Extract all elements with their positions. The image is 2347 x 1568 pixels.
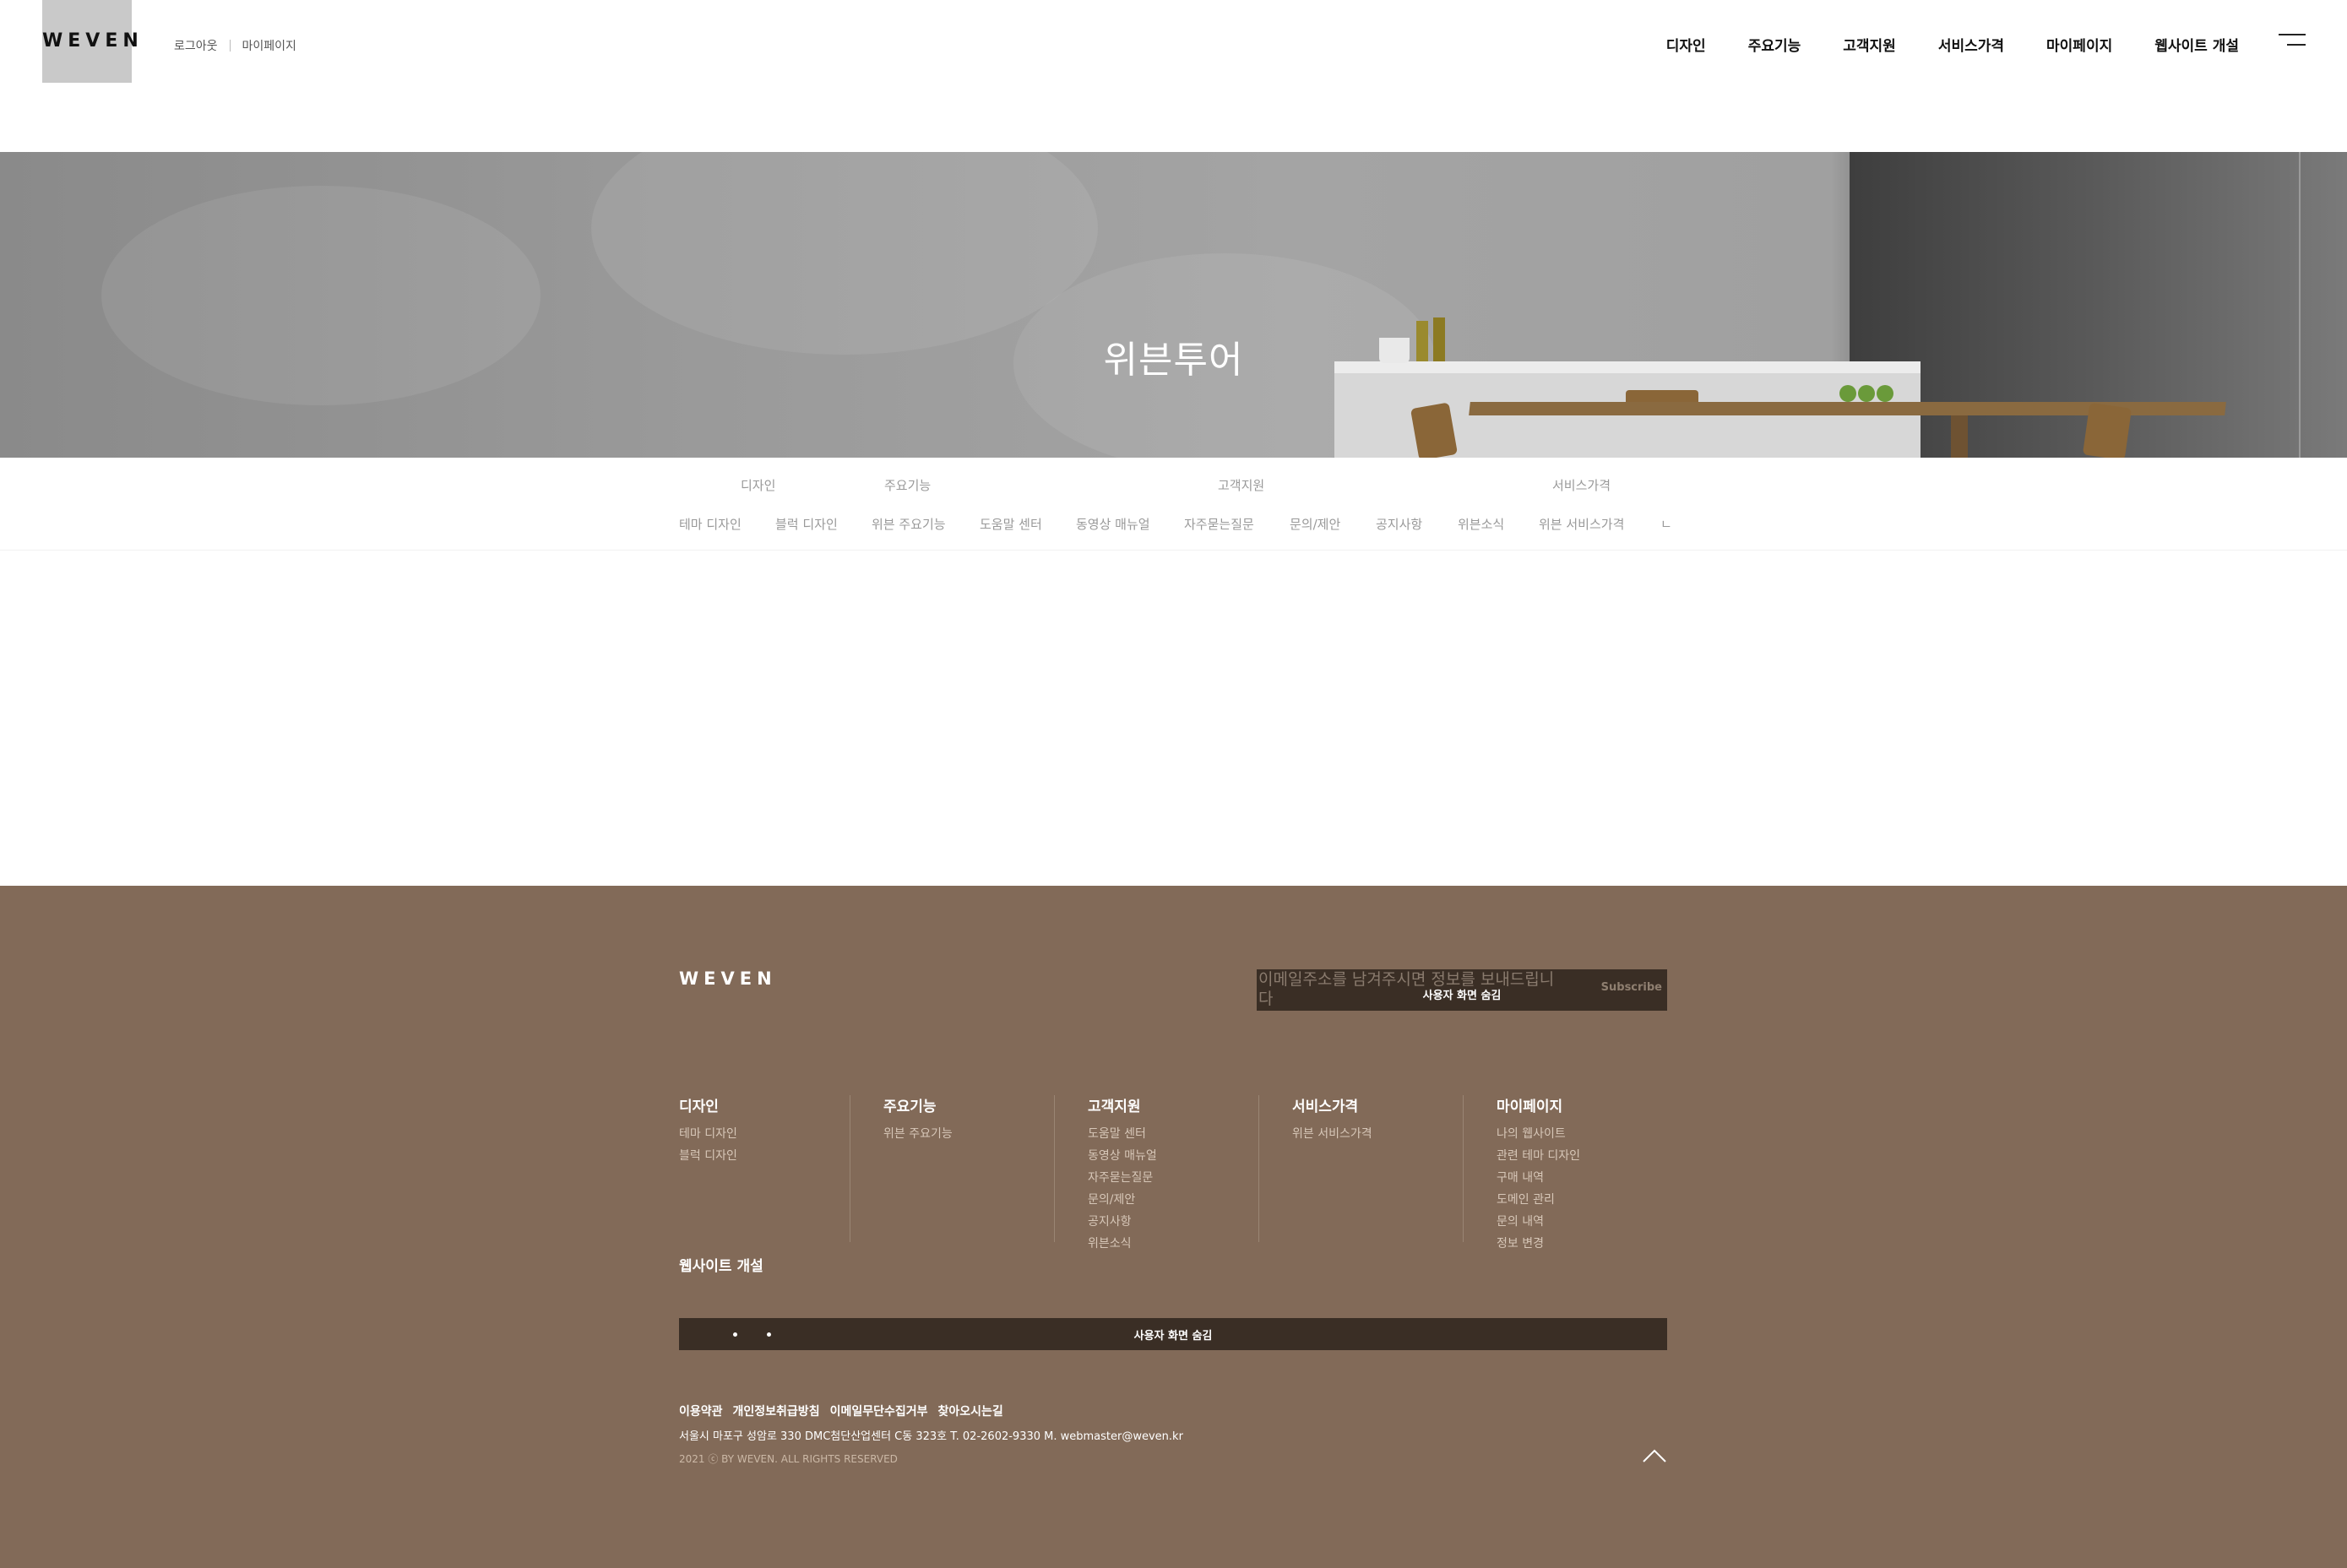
company-address: 서울시 마포구 성암로 330 DMC첨단산업센터 C동 323호 T. 02-… xyxy=(679,1430,1183,1443)
footer-bar-text: 사용자 화면 숨김 xyxy=(1133,1330,1213,1343)
logo[interactable]: WEVEN xyxy=(42,0,144,83)
subnav-item-block-design[interactable]: 블럭 디자인 xyxy=(775,515,838,533)
footer-link[interactable]: 도메인 관리 xyxy=(1497,1189,1580,1211)
footer-column-pricing: 서비스가격 위븐 서비스가격 xyxy=(1292,1094,1372,1145)
site-header: WEVEN 로그아웃 마이페이지 디자인 주요기능 고객지원 서비스가격 마이페… xyxy=(0,0,2347,152)
menu-icon[interactable] xyxy=(2275,34,2306,51)
hero-wall-line xyxy=(2299,152,2301,458)
footer-link[interactable]: 문의 내역 xyxy=(1497,1211,1580,1233)
subnav-item-help-center[interactable]: 도움말 센터 xyxy=(980,515,1042,533)
footer-column-title[interactable]: 서비스가격 xyxy=(1292,1094,1372,1115)
page-title: 위븐투어 xyxy=(1103,339,1244,382)
subscribe-button[interactable]: Subscribe xyxy=(1601,981,1662,994)
subscribe-form: 이메일주소를 남겨주시면 정보를 보내드립니다 사용자 화면 숨김 Subscr… xyxy=(1257,969,1667,1011)
subnav-item-notice[interactable]: 공지사항 xyxy=(1376,515,1422,533)
scroll-to-top-icon[interactable] xyxy=(1642,1446,1667,1463)
footer-link[interactable]: 공지사항 xyxy=(1088,1211,1157,1233)
utility-links: 로그아웃 마이페이지 xyxy=(174,37,296,54)
mypage-link[interactable]: 마이페이지 xyxy=(242,37,296,54)
hero-plant xyxy=(1877,385,1893,402)
subnav-item-inquiry[interactable]: 문의/제안 xyxy=(1290,515,1340,533)
subnav-item-news[interactable]: 위븐소식 xyxy=(1458,515,1504,533)
nav-mypage[interactable]: 마이페이지 xyxy=(2046,34,2112,55)
footer-link[interactable]: 위븐 서비스가격 xyxy=(1292,1123,1372,1145)
footer-link[interactable]: 위븐소식 xyxy=(1088,1233,1157,1255)
hero-plant xyxy=(1858,385,1875,402)
footer-column-support: 고객지원 도움말 센터 동영상 매뉴얼 자주묻는질문 문의/제안 공지사항 위븐… xyxy=(1088,1094,1157,1255)
footer-column-title[interactable]: 주요기능 xyxy=(883,1094,953,1115)
nav-website-open[interactable]: 웹사이트 개설 xyxy=(2154,34,2239,55)
terms-link[interactable]: 이용약관 xyxy=(679,1403,723,1419)
directions-link[interactable]: 찾아오시는길 xyxy=(938,1403,1003,1419)
footer-logo[interactable]: WEVEN xyxy=(679,968,777,989)
nav-pricing[interactable]: 서비스가격 xyxy=(1938,34,2004,55)
footer-link[interactable]: 동영상 매뉴얼 xyxy=(1088,1145,1157,1167)
nav-features[interactable]: 주요기능 xyxy=(1748,34,1801,55)
footer-link[interactable]: 관련 테마 디자인 xyxy=(1497,1145,1580,1167)
subnav-item-extra[interactable]: ㄴ xyxy=(1660,515,1672,533)
subnav-item-features[interactable]: 위븐 주요기능 xyxy=(872,515,946,533)
footer-column-divider xyxy=(1258,1095,1259,1242)
hero-table-leg xyxy=(1951,415,1968,458)
main-nav: 디자인 주요기능 고객지원 서비스가격 마이페이지 웹사이트 개설 xyxy=(1624,34,2239,55)
subnav-item-theme-design[interactable]: 테마 디자인 xyxy=(679,515,742,533)
nav-design[interactable]: 디자인 xyxy=(1666,34,1706,55)
logout-link[interactable]: 로그아웃 xyxy=(174,37,218,54)
footer-column-title[interactable]: 마이페이지 xyxy=(1497,1094,1580,1115)
footer-link[interactable]: 구매 내역 xyxy=(1497,1167,1580,1189)
email-policy-link[interactable]: 이메일무단수집거부 xyxy=(830,1403,928,1419)
footer-column-divider xyxy=(1054,1095,1055,1242)
hero-texture xyxy=(591,152,1098,355)
footer-link[interactable]: 블럭 디자인 xyxy=(679,1145,737,1167)
footer-link[interactable]: 위븐 주요기능 xyxy=(883,1123,953,1145)
subnav-category-support: 고객지원 xyxy=(1218,478,1265,493)
nav-support[interactable]: 고객지원 xyxy=(1843,34,1896,55)
subnav-category-design: 디자인 xyxy=(741,478,776,493)
site-footer: WEVEN 이메일주소를 남겨주시면 정보를 보내드립니다 사용자 화면 숨김 … xyxy=(0,886,2347,1568)
subnav-item-faq[interactable]: 자주묻는질문 xyxy=(1184,515,1254,533)
subnav-item-pricing[interactable]: 위븐 서비스가격 xyxy=(1539,515,1624,533)
footer-bar: 사용자 화면 숨김 xyxy=(679,1318,1667,1350)
hero-chair xyxy=(2082,402,2132,458)
footer-link[interactable]: 테마 디자인 xyxy=(679,1123,737,1145)
utility-divider xyxy=(229,40,231,52)
footer-column-divider xyxy=(1463,1095,1464,1242)
footer-column-title[interactable]: 고객지원 xyxy=(1088,1094,1157,1115)
footer-link[interactable]: 문의/제안 xyxy=(1088,1189,1157,1211)
subnav-category-pricing: 서비스가격 xyxy=(1552,478,1611,493)
footer-link[interactable]: 자주묻는질문 xyxy=(1088,1167,1157,1189)
sub-navigation: 디자인 주요기능 고객지원 서비스가격 테마 디자인 블럭 디자인 위븐 주요기… xyxy=(0,458,2347,551)
copyright: 2021 ⓒ BY WEVEN. ALL RIGHTS RESERVED xyxy=(679,1453,898,1465)
footer-column-features: 주요기능 위븐 주요기능 xyxy=(883,1094,953,1145)
footer-website-open-link[interactable]: 웹사이트 개설 xyxy=(679,1254,763,1275)
logo-text: WEVEN xyxy=(42,30,144,52)
subnav-category-features: 주요기능 xyxy=(884,478,932,493)
policy-links: 이용약관 개인정보취급방침 이메일무단수집거부 찾아오시는길 xyxy=(679,1403,1013,1419)
footer-column-title[interactable]: 디자인 xyxy=(679,1094,737,1115)
subnav-item-video-manual[interactable]: 동영상 매뉴얼 xyxy=(1076,515,1150,533)
footer-link[interactable]: 도움말 센터 xyxy=(1088,1123,1157,1145)
privacy-link[interactable]: 개인정보취급방침 xyxy=(733,1403,820,1419)
footer-column-mypage: 마이페이지 나의 웹사이트 관련 테마 디자인 구매 내역 도메인 관리 문의 … xyxy=(1497,1094,1580,1255)
footer-column-design: 디자인 테마 디자인 블럭 디자인 xyxy=(679,1094,737,1167)
hero-banner: 위븐투어 xyxy=(0,152,2347,458)
footer-link[interactable]: 정보 변경 xyxy=(1497,1233,1580,1255)
footer-link[interactable]: 나의 웹사이트 xyxy=(1497,1123,1580,1145)
hero-plant xyxy=(1839,385,1856,402)
